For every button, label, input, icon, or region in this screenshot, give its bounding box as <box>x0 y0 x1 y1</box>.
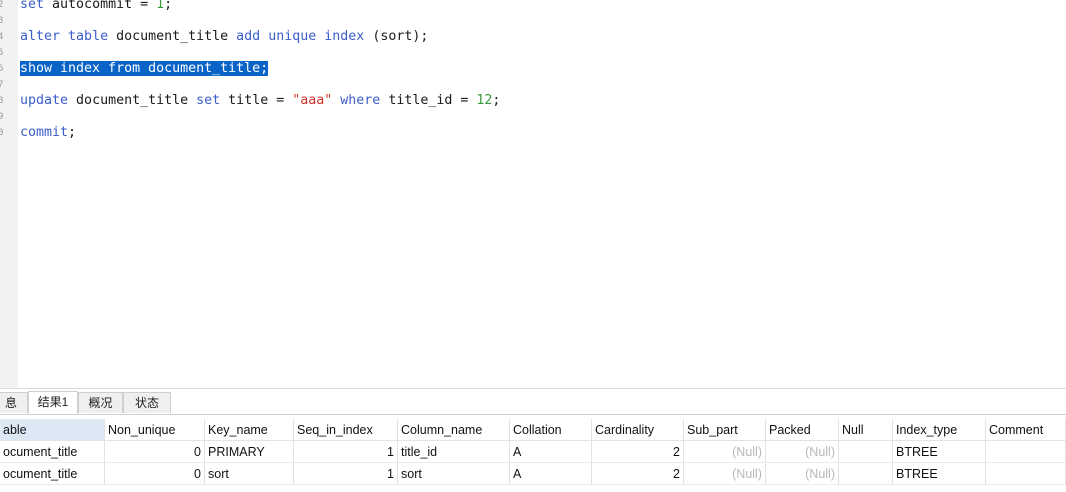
result-tabs: 息 结果1 概况 状态 <box>0 389 1066 415</box>
code-token: ; <box>68 125 77 140</box>
table-cell[interactable]: (Null) <box>766 463 839 485</box>
table-cell[interactable]: A <box>510 441 592 463</box>
code-line: 8 update document_title set title = "aaa"… <box>0 93 1066 109</box>
table-cell[interactable]: 0 <box>105 441 205 463</box>
table-cell[interactable]: 2 <box>592 441 684 463</box>
table-cell[interactable]: 1 <box>294 441 398 463</box>
column-header[interactable]: Column_name <box>398 419 510 441</box>
line-number: 3 <box>0 16 4 26</box>
column-header[interactable]: Sub_part <box>684 419 766 441</box>
selected-text: show index from document_title; <box>20 61 269 76</box>
line-number: 5 <box>0 48 4 58</box>
table-cell[interactable] <box>986 441 1066 463</box>
table-cell[interactable]: sort <box>205 463 294 485</box>
code-token: ; <box>164 0 173 12</box>
code-line: 4 alter table document_title add unique i… <box>0 29 1066 45</box>
column-header[interactable]: Seq_in_index <box>294 419 398 441</box>
table-row[interactable]: ocument_title 0 sort 1 sort A 2 (Null) (Null) BTR… <box>0 463 1066 485</box>
table-cell[interactable]: 0 <box>105 463 205 485</box>
column-header[interactable]: Comment <box>986 419 1066 441</box>
table-cell[interactable]: (Null) <box>684 441 766 463</box>
code-text: update document_title set title = "aaa" … <box>20 93 500 109</box>
column-header[interactable]: Index_type <box>893 419 986 441</box>
table-cell[interactable]: ocument_title <box>0 441 105 463</box>
code-token: table <box>68 29 109 44</box>
line-number: 8 <box>0 96 4 106</box>
table-cell[interactable]: BTREE <box>893 463 986 485</box>
table-cell[interactable]: (Null) <box>684 463 766 485</box>
code-token: "aaa" <box>292 93 333 108</box>
code-line: 6 show index from document_title; <box>0 61 1066 77</box>
code-token: update <box>20 93 69 108</box>
code-token: where <box>340 93 381 108</box>
table-cell[interactable] <box>986 463 1066 485</box>
code-line: 0 commit; <box>0 125 1066 141</box>
table-cell[interactable] <box>839 441 893 463</box>
code-token: document_title <box>108 29 237 44</box>
code-text: alter table document_title add unique in… <box>20 29 428 45</box>
column-header[interactable]: Key_name <box>205 419 294 441</box>
code-line: 3 <box>0 13 1066 29</box>
line-number: 7 <box>0 80 4 90</box>
column-header[interactable]: Packed <box>766 419 839 441</box>
code-token: (sort); <box>364 29 429 44</box>
code-line: 5 <box>0 45 1066 61</box>
code-token: 1 <box>156 0 165 12</box>
column-header[interactable]: Null <box>839 419 893 441</box>
tab-result-1[interactable]: 结果1 <box>28 391 78 414</box>
line-number: 4 <box>0 32 4 42</box>
code-text: commit; <box>20 125 76 141</box>
grid-header-row: able Non_unique Key_name Seq_in_index Column… <box>0 419 1066 441</box>
column-header[interactable]: Collation <box>510 419 592 441</box>
code-line: 9 <box>0 109 1066 125</box>
table-cell[interactable]: title_id <box>398 441 510 463</box>
table-cell[interactable]: sort <box>398 463 510 485</box>
code-token: commit <box>20 125 69 140</box>
line-number: 0 <box>0 128 4 138</box>
code-text: show index from document_title; <box>20 61 269 77</box>
code-token: unique <box>268 29 317 44</box>
code-token: ; <box>492 93 501 108</box>
table-cell[interactable]: A <box>510 463 592 485</box>
code-token: title = <box>220 93 293 108</box>
table-cell[interactable] <box>839 463 893 485</box>
code-line: 7 <box>0 77 1066 93</box>
table-cell[interactable]: 1 <box>294 463 398 485</box>
line-number: 9 <box>0 112 4 122</box>
table-cell[interactable]: (Null) <box>766 441 839 463</box>
code-text: set autocommit = 1; <box>20 0 172 13</box>
column-header[interactable]: Non_unique <box>105 419 205 441</box>
code-token: add <box>236 29 261 44</box>
tab-messages[interactable]: 息 <box>0 392 28 413</box>
table-cell[interactable]: ocument_title <box>0 463 105 485</box>
sql-editor[interactable]: 2 set autocommit = 1; 3 4 alter table docume… <box>0 0 1066 388</box>
tab-status[interactable]: 状态 <box>123 392 171 413</box>
code-token: title_id = <box>380 93 477 108</box>
code-token: 12 <box>476 93 493 108</box>
table-cell[interactable]: PRIMARY <box>205 441 294 463</box>
line-number: 6 <box>0 64 4 74</box>
code-line: 2 set autocommit = 1; <box>0 0 1066 13</box>
column-header[interactable]: able <box>0 419 105 441</box>
table-cell[interactable]: BTREE <box>893 441 986 463</box>
code-token: index <box>324 29 365 44</box>
line-number: 2 <box>0 0 4 10</box>
column-header[interactable]: Cardinality <box>592 419 684 441</box>
code-token: alter <box>20 29 61 44</box>
table-row[interactable]: ocument_title 0 PRIMARY 1 title_id A 2 (Null) (N… <box>0 441 1066 463</box>
table-cell[interactable]: 2 <box>592 463 684 485</box>
code-token: set <box>20 0 45 12</box>
tab-profile[interactable]: 概况 <box>78 392 123 413</box>
code-token: autocommit = <box>44 0 157 12</box>
code-token: set <box>196 93 221 108</box>
code-token: document_title <box>68 93 197 108</box>
